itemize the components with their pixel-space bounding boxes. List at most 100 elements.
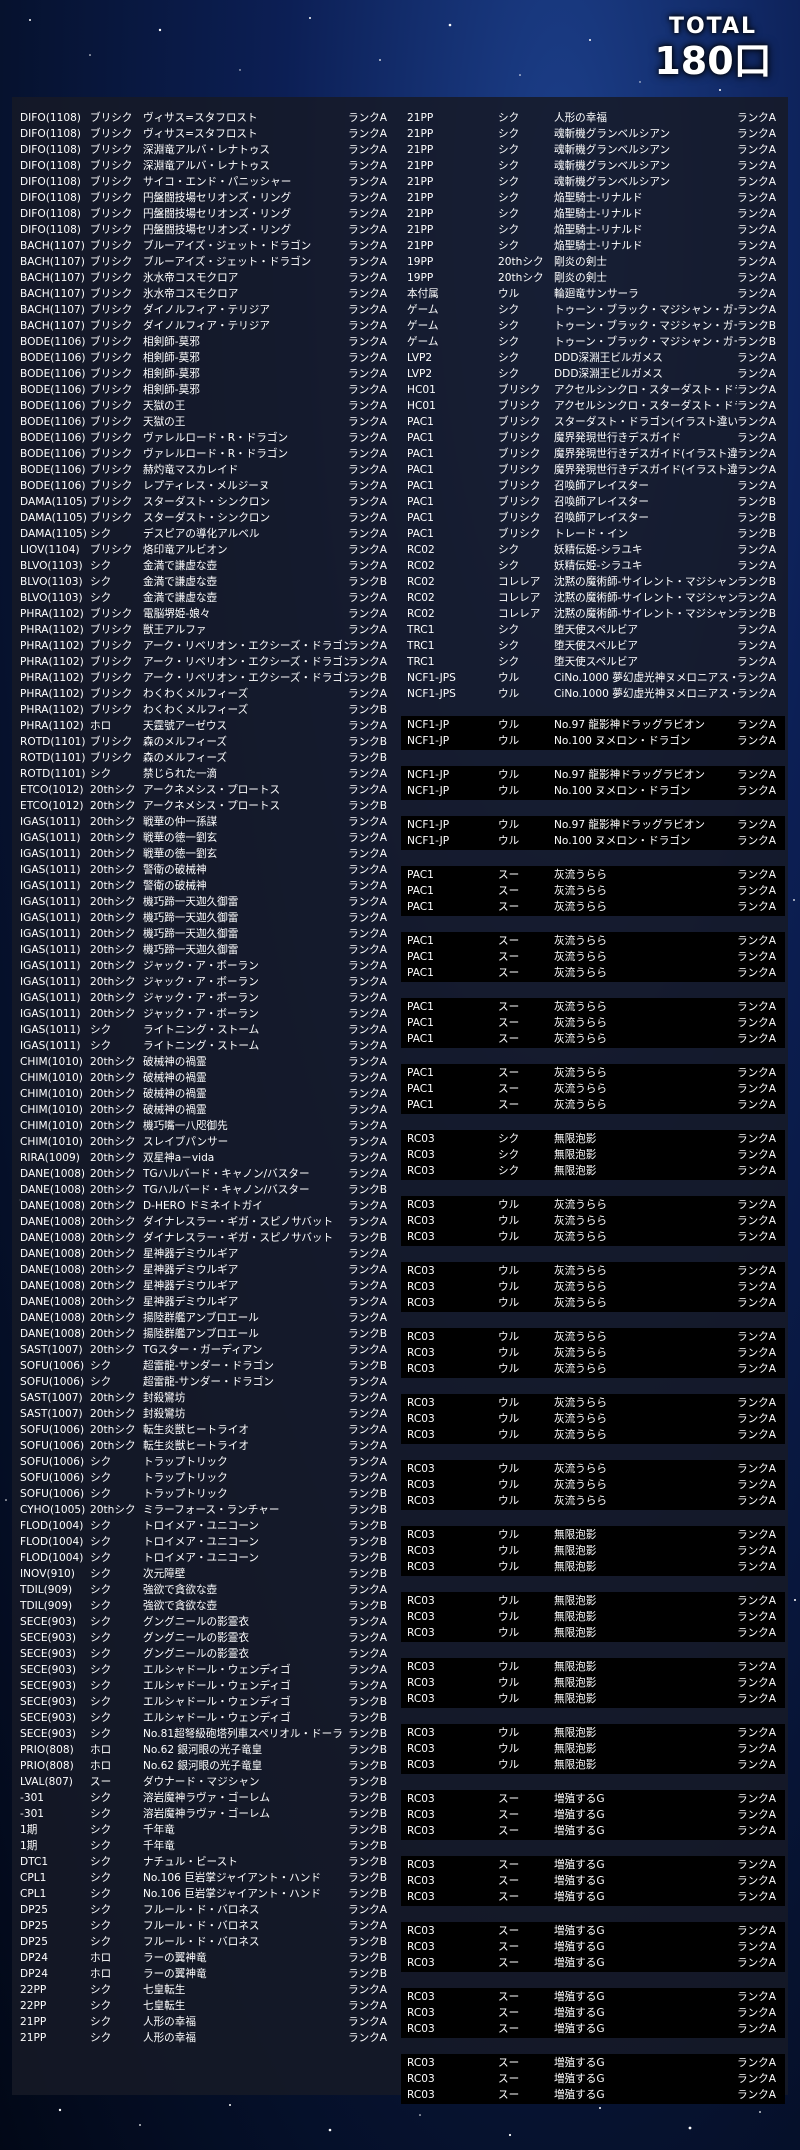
card-name: ジャック・ア・ボーラン: [143, 976, 259, 988]
card-name: トゥーン・ブラック・マジシャン・ガール: [554, 320, 737, 332]
list-item: RC03 スー 増殖するG ランクA: [401, 2087, 785, 2103]
card-rarity: 20thシク: [90, 1392, 136, 1404]
card-rarity: ブリシク: [90, 320, 133, 332]
card-name: 灰流うらら: [554, 1363, 607, 1375]
card-set: DANE(1008): [20, 1312, 86, 1324]
list-item: PAC1 ブリシク 魔界発現世行きデスガイド(イラスト違い) ランクA: [401, 462, 785, 478]
card-name: 機巧蹄一天迦久御雷: [143, 928, 239, 940]
list-item: PAC1 ブリシク 魔界発現世行きデスガイド(イラスト違い) ランクA: [401, 446, 785, 462]
card-rank: ランクA: [737, 869, 777, 881]
card-group-block: RC03 スー 増殖するG ランクA RC03 スー 増殖するG ランクA RC03 スー 増殖する…: [401, 2054, 785, 2104]
list-item: SECE(903) シク グングニールの影霊衣 ランクA: [18, 1646, 393, 1662]
card-set: RC03: [407, 1149, 435, 1161]
list-item: DP25 シク フルール・ド・バロネス ランクA: [18, 1902, 393, 1918]
list-item: DANE(1008) 20thシク 星神器デミウルギア ランクA: [18, 1294, 393, 1310]
list-item: PAC1 スー 灰流うらら ランクA: [401, 933, 785, 949]
list-item: RC02 シク 妖精伝姫-シラユキ ランクA: [401, 558, 785, 574]
card-rarity: ブリシク: [90, 208, 133, 220]
card-rank: ランクA: [737, 144, 777, 156]
list-item: 本付属 ウル 輪廻竜サンサーラ ランクA: [401, 286, 785, 302]
card-name: 灰流うらら: [554, 1281, 607, 1293]
card-rarity: ブリシク: [90, 736, 133, 748]
card-set: DANE(1008): [20, 1264, 86, 1276]
list-item: BACH(1107) ブリシク ブルーアイズ・ジェット・ドラゴン ランクA: [18, 238, 393, 254]
list-item: RC03 スー 増殖するG ランクA: [401, 2071, 785, 2087]
card-name: No.106 巨岩掌ジャイアント・ハンド: [143, 1888, 321, 1900]
card-rank: ランクB: [348, 1888, 388, 1900]
card-set: RC03: [407, 1413, 435, 1425]
card-set: PAC1: [407, 528, 434, 540]
card-name: 破械神の禍霊: [143, 1072, 207, 1084]
card-set: DANE(1008): [20, 1328, 86, 1340]
card-rarity: 20thシク: [90, 1184, 136, 1196]
card-set: DTC1: [20, 1856, 49, 1868]
card-set: FLOD(1004): [20, 1552, 84, 1564]
card-rank: ランクA: [348, 320, 388, 332]
card-name: 魂斬機グランベルシアン: [554, 160, 671, 172]
card-set: DANE(1008): [20, 1232, 86, 1244]
card-set: PAC1: [407, 1033, 434, 1045]
list-item: RC03 ウル 灰流うらら ランクA: [401, 1197, 785, 1213]
card-rank: ランクA: [737, 1859, 777, 1871]
card-rank: ランクA: [348, 1584, 388, 1596]
card-name: 無限泡影: [554, 1595, 597, 1607]
card-name: 灰流うらら: [554, 935, 607, 947]
list-item: SECE(903) シク エルシャドール・ウェンディゴ ランクA: [18, 1662, 393, 1678]
card-name: 星神器デミウルギア: [143, 1280, 239, 1292]
card-set: IGAS(1011): [20, 1040, 81, 1052]
card-rarity: ウル: [498, 785, 520, 797]
card-name: 魔界発現世行きデスガイド(イラスト違い): [554, 464, 737, 476]
card-rank: ランクA: [348, 1632, 388, 1644]
list-item: DANE(1008) 20thシク 揚陸群艦アンブロエール ランクB: [18, 1326, 393, 1342]
list-item: RC03 ウル 灰流うらら ランクA: [401, 1229, 785, 1245]
card-rarity: 20thシク: [90, 1312, 136, 1324]
card-rank: ランクA: [737, 1017, 777, 1029]
card-name: TGスター・ガーディアン: [143, 1344, 263, 1356]
card-rarity: ウル: [498, 1413, 520, 1425]
card-name: 沈黙の魔術師-サイレント・マジシャン: [554, 608, 737, 620]
card-set: RC03: [407, 1727, 435, 1739]
list-item: DP25 シク フルール・ド・バロネス ランクB: [18, 1934, 393, 1950]
card-rarity: ウル: [498, 719, 520, 731]
card-rarity: スー: [498, 1875, 520, 1887]
card-name: フルール・ド・バロネス: [143, 1904, 260, 1916]
card-name: 堕天使スペルビア: [554, 640, 639, 652]
card-name: 破械神の禍霊: [143, 1056, 207, 1068]
list-item: DAMA(1105) シク デスピアの導化アルベル ランクA: [18, 526, 393, 542]
card-rarity: シク: [90, 1808, 112, 1820]
card-name: トラップトリック: [143, 1472, 228, 1484]
card-rank: ランクA: [737, 1611, 777, 1623]
card-rank: ランクA: [737, 384, 777, 396]
list-item: DP25 シク フルール・ド・バロネス ランクA: [18, 1918, 393, 1934]
card-rarity: ウル: [498, 1331, 520, 1343]
list-item: DIFO(1108) ブリシク ヴィサス=スタフロスト ランクA: [18, 110, 393, 126]
card-rank: ランクB: [348, 1760, 388, 1772]
card-set: DP25: [20, 1920, 49, 1932]
list-item: PAC1 ブリシク 召喚師アレイスター ランクA: [401, 478, 785, 494]
card-set: 22PP: [20, 1984, 47, 1996]
card-name: ミラーフォース・ランチャー: [143, 1504, 280, 1516]
card-name: 沈黙の魔術師-サイレント・マジシャン: [554, 592, 737, 604]
card-name: 無限泡影: [554, 1627, 597, 1639]
card-group-block: PAC1 スー 灰流うらら ランクA PAC1 スー 灰流うらら ランクA PAC1 スー 灰流うら…: [401, 998, 785, 1048]
card-rank: ランクA: [348, 1344, 388, 1356]
card-rank: ランクB: [348, 1184, 388, 1196]
card-name: 妖精伝姫-シラユキ: [554, 560, 643, 572]
card-rank: ランクA: [737, 1595, 777, 1607]
list-item: BODE(1106) ブリシク 相剣師-莫邪 ランクA: [18, 334, 393, 350]
card-rarity: ウル: [498, 1479, 520, 1491]
card-set: SOFU(1006): [20, 1440, 85, 1452]
card-set: IGAS(1011): [20, 816, 81, 828]
card-group-block: RC03 ウル 無限泡影 ランクA RC03 ウル 無限泡影 ランクA RC03 ウル 無限泡影 ラン…: [401, 1526, 785, 1576]
card-rarity: 20thシク: [90, 1216, 136, 1228]
card-rarity: ウル: [498, 1265, 520, 1277]
card-set: BACH(1107): [20, 256, 85, 268]
list-item: DANE(1008) 20thシク TGハルバード・キャノン/バスター ランクB: [18, 1182, 393, 1198]
list-item: PHRA(1102) ブリシク 電脳堺姫-娘々 ランクA: [18, 606, 393, 622]
card-name: アーク・リベリオン・エクシーズ・ドラゴン: [143, 672, 349, 684]
card-rank: ランクA: [348, 464, 388, 476]
card-name: No.100 ヌメロン・ドラゴン: [554, 735, 691, 747]
card-name: 深淵竜アルバ・レナトゥス: [143, 160, 271, 172]
card-rarity: スー: [498, 901, 520, 913]
card-set: PAC1: [407, 1001, 434, 1013]
